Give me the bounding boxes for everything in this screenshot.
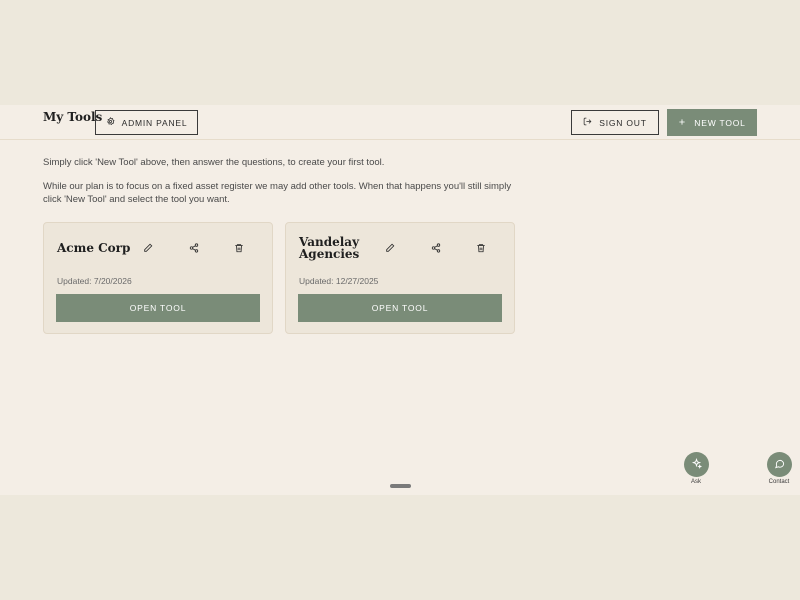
sparkle-icon (691, 456, 703, 474)
open-tool-button[interactable]: OPEN TOOL (56, 294, 260, 322)
intro-text-2: While our plan is to focus on a fixed as… (43, 181, 512, 205)
sign-out-icon (583, 117, 592, 128)
plus-icon (678, 118, 686, 128)
page-title: My Tools (43, 110, 103, 124)
app-panel: My Tools ADMIN PANEL SIGN OUT NEW TOOL S… (0, 105, 800, 495)
share-icon[interactable] (188, 242, 200, 254)
pencil-icon[interactable] (142, 242, 154, 254)
updated-date: Updated: 7/20/2026 (57, 276, 132, 286)
sign-out-button[interactable]: SIGN OUT (571, 110, 659, 135)
admin-panel-label: ADMIN PANEL (121, 117, 188, 128)
new-tool-label: NEW TOOL (694, 117, 746, 128)
intro-text-1: Simply click 'New Tool' above, then answ… (43, 157, 385, 168)
updated-date: Updated: 12/27/2025 (299, 276, 379, 286)
chat-icon (774, 456, 785, 474)
tool-card: Vandelay Agencies Updated: 12/27/2025 OP… (285, 222, 515, 334)
trash-icon[interactable] (233, 242, 245, 254)
sign-out-label: SIGN OUT (599, 117, 647, 128)
tool-card: Acme Corp Updated: 7/20/2026 OPEN TOOL (43, 222, 273, 334)
ask-label: Ask (690, 479, 701, 485)
ask-button[interactable] (684, 452, 709, 477)
contact-button[interactable] (767, 452, 792, 477)
pencil-icon[interactable] (384, 242, 396, 254)
tool-name: Vandelay Agencies (299, 235, 360, 261)
open-tool-button[interactable]: OPEN TOOL (298, 294, 502, 322)
trash-icon[interactable] (475, 242, 487, 254)
header-bar: My Tools ADMIN PANEL SIGN OUT NEW TOOL (0, 105, 800, 140)
admin-panel-button[interactable]: ADMIN PANEL (95, 110, 198, 135)
new-tool-button[interactable]: NEW TOOL (667, 109, 757, 136)
tool-name: Acme Corp (57, 241, 131, 255)
share-icon[interactable] (430, 242, 442, 254)
drag-handle[interactable] (390, 484, 411, 488)
contact-label: Contact (768, 479, 790, 485)
gear-icon (106, 117, 115, 128)
